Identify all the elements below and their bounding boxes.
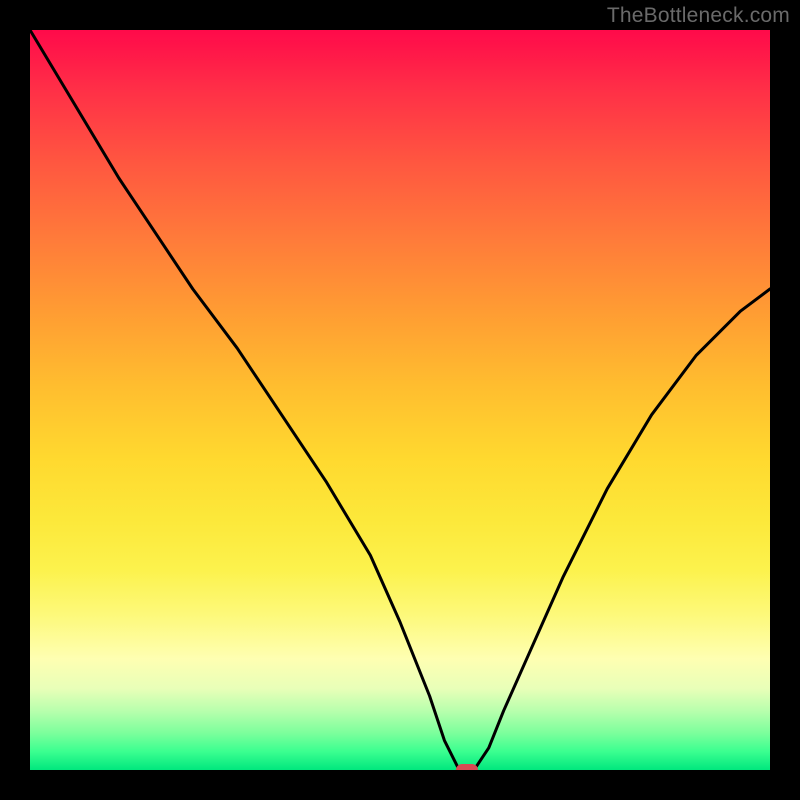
bottleneck-curve [30,30,770,770]
chart-frame: TheBottleneck.com [0,0,800,800]
watermark-text: TheBottleneck.com [607,4,790,28]
optimal-point-marker [456,764,478,770]
plot-area [30,30,770,770]
